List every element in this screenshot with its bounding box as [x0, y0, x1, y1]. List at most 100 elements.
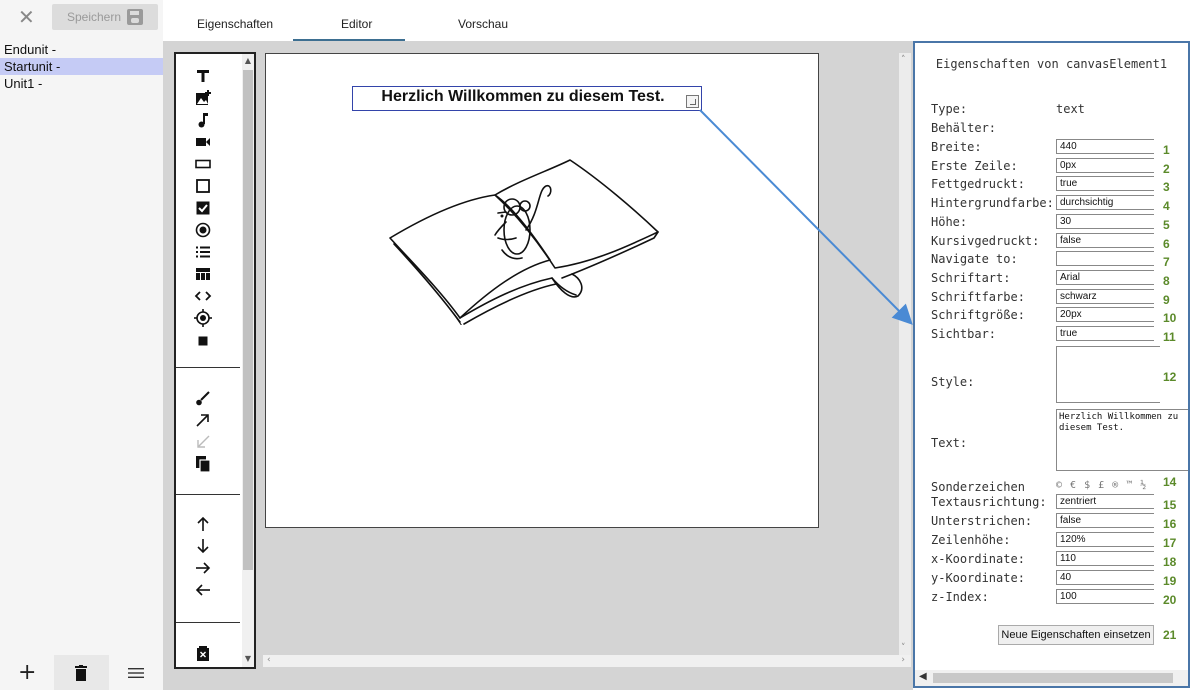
- prop-input[interactable]: 110: [1056, 551, 1154, 566]
- unit-item-startunit[interactable]: Startunit -: [0, 58, 163, 75]
- properties-scroll-thumb[interactable]: [933, 673, 1173, 683]
- unit-topbar: ✕ Speichern: [0, 0, 163, 34]
- style-textarea[interactable]: [1056, 346, 1160, 403]
- prop-label: x-Koordinate:: [931, 552, 1025, 566]
- text-textarea[interactable]: Herzlich Willkommen zu diesem Test.: [1056, 409, 1188, 471]
- unit-item-unit1[interactable]: Unit1 -: [0, 75, 163, 92]
- resize-handle-icon[interactable]: [686, 95, 699, 108]
- radio-button-icon[interactable]: [188, 220, 218, 240]
- properties-horizontal-scrollbar[interactable]: ◀: [915, 670, 1188, 686]
- prop-row: Schriftfarbe: schwarz 9: [931, 288, 1189, 307]
- prop-label: Behälter:: [931, 121, 997, 135]
- tab-eigenschaften[interactable]: Eigenschaften: [197, 17, 273, 31]
- add-image-icon[interactable]: [188, 88, 218, 108]
- row-number: 9: [1163, 292, 1170, 307]
- delete-unit-button[interactable]: [54, 655, 109, 690]
- close-icon[interactable]: ✕: [18, 7, 35, 27]
- arrow-up-icon[interactable]: [188, 514, 218, 534]
- square-icon[interactable]: [188, 331, 218, 351]
- prop-input[interactable]: 440: [1056, 139, 1154, 154]
- text-tool-icon[interactable]: [188, 66, 218, 86]
- row-number: 11: [1163, 330, 1176, 344]
- prop-value: text: [1056, 102, 1085, 116]
- prop-label: Höhe:: [931, 214, 968, 229]
- copy-icon[interactable]: [188, 454, 218, 474]
- prop-row: Hintergrundfarbe: durchsichtig 4: [931, 195, 1189, 213]
- prop-row: Fettgedruckt: true 3: [931, 176, 1189, 194]
- scroll-up-arrow-icon[interactable]: ˄: [901, 55, 906, 65]
- checked-checkbox-icon[interactable]: [188, 198, 218, 218]
- prop-label: y-Koordinate:: [931, 571, 1025, 585]
- scroll-down-arrow-icon[interactable]: ▼: [243, 654, 253, 663]
- target-icon[interactable]: [188, 308, 218, 328]
- music-note-icon[interactable]: [188, 110, 218, 130]
- brush-icon[interactable]: [188, 388, 218, 408]
- table-icon[interactable]: [188, 264, 218, 284]
- prop-input[interactable]: false: [1056, 232, 1154, 248]
- menu-button[interactable]: [109, 655, 163, 690]
- text-input-icon[interactable]: [188, 154, 218, 174]
- arrow-down-left-icon[interactable]: [188, 432, 218, 452]
- list-icon[interactable]: [188, 242, 218, 262]
- scroll-left-arrow-icon[interactable]: ‹: [267, 655, 271, 665]
- row-number: 20: [1163, 593, 1177, 607]
- prop-input[interactable]: Arial: [1056, 269, 1154, 285]
- prop-label: Textausrichtung:: [931, 495, 1047, 509]
- book-with-mouse-illustration[interactable]: [380, 150, 665, 325]
- delete-element-icon[interactable]: [188, 644, 218, 664]
- video-camera-icon[interactable]: [188, 132, 218, 152]
- row-number: 2: [1163, 161, 1170, 176]
- prop-input[interactable]: zentriert: [1056, 494, 1154, 509]
- row-number: 5: [1163, 217, 1170, 232]
- prop-input[interactable]: 20px: [1056, 307, 1154, 323]
- prop-input[interactable]: 0px: [1056, 157, 1154, 173]
- prop-input[interactable]: 30: [1056, 213, 1154, 229]
- canvas-vertical-scrollbar[interactable]: ˄ ˅: [899, 53, 911, 655]
- scroll-down-arrow-icon[interactable]: ˅: [901, 643, 906, 653]
- tab-editor[interactable]: Editor: [341, 17, 372, 31]
- unit-item-endunit[interactable]: Endunit -: [0, 41, 163, 58]
- prop-label: Fettgedruckt:: [931, 177, 1025, 192]
- prop-row: Schriftart: Arial 8: [931, 269, 1189, 288]
- code-brackets-icon[interactable]: [188, 286, 218, 306]
- prop-input[interactable]: 120%: [1056, 532, 1154, 547]
- prop-input[interactable]: durchsichtig: [1056, 195, 1154, 211]
- row-number: 14: [1163, 475, 1177, 489]
- scroll-right-arrow-icon[interactable]: ›: [901, 655, 905, 665]
- canvas-text-element[interactable]: Herzlich Willkommen zu diesem Test.: [352, 86, 702, 111]
- prop-label: Schriftfarbe:: [931, 289, 1025, 304]
- tool-divider: [176, 367, 240, 368]
- prop-input[interactable]: 40: [1056, 570, 1154, 585]
- prop-input[interactable]: true: [1056, 326, 1154, 341]
- prop-row: x-Koordinate: 110 18: [931, 551, 1189, 569]
- empty-checkbox-icon[interactable]: [188, 176, 218, 196]
- prop-row: Breite: 440 1: [931, 139, 1189, 157]
- prop-label: Sichtbar:: [931, 327, 997, 341]
- arrow-right-icon[interactable]: [188, 558, 218, 578]
- row-number: 3: [1163, 180, 1170, 195]
- tool-palette-scroll-thumb[interactable]: [243, 70, 253, 570]
- scroll-up-arrow-icon[interactable]: ▲: [243, 56, 253, 65]
- scroll-left-arrow-icon[interactable]: ◀: [919, 671, 927, 682]
- prop-input[interactable]: false: [1056, 513, 1154, 528]
- row-number: 7: [1163, 255, 1170, 270]
- special-characters[interactable]: © € $ £ ® ™ ½: [1056, 480, 1147, 491]
- tab-vorschau[interactable]: Vorschau: [458, 17, 508, 31]
- prop-label: Kursivgedruckt:: [931, 233, 1040, 248]
- row-number: 8: [1163, 273, 1170, 288]
- floppy-disk-icon: [127, 9, 144, 25]
- save-button[interactable]: Speichern: [52, 4, 158, 30]
- properties-panel: Eigenschaften von canvasElement1 Type: t…: [913, 41, 1190, 688]
- canvas-horizontal-scrollbar[interactable]: ‹ ›: [263, 655, 911, 667]
- prop-input[interactable]: schwarz: [1056, 288, 1154, 304]
- arrow-down-icon[interactable]: [188, 536, 218, 556]
- add-unit-button[interactable]: +: [0, 655, 54, 690]
- apply-properties-button[interactable]: Neue Eigenschaften einsetzen: [998, 625, 1154, 645]
- prop-input[interactable]: [1056, 251, 1154, 267]
- arrow-up-right-icon[interactable]: [188, 410, 218, 430]
- prop-input[interactable]: true: [1056, 176, 1154, 192]
- prop-input[interactable]: 100: [1056, 589, 1154, 604]
- arrow-left-icon[interactable]: [188, 580, 218, 600]
- save-label: Speichern: [66, 10, 122, 24]
- canvas-text-label: Herzlich Willkommen zu diesem Test.: [381, 88, 665, 105]
